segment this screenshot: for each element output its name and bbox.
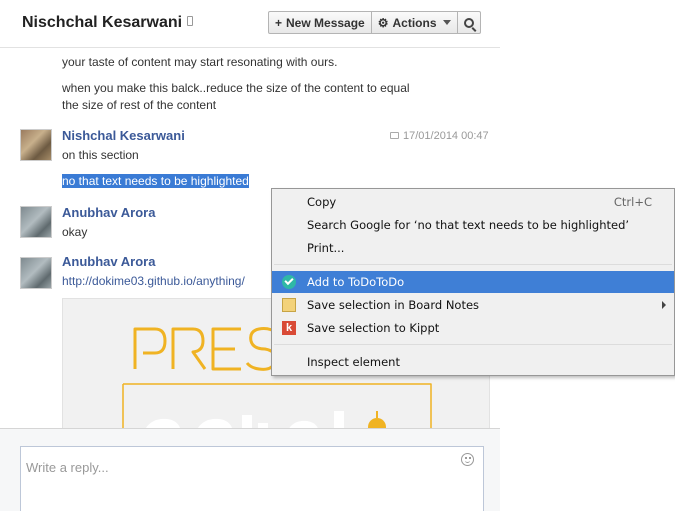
message-text: your taste of content may start resonati… xyxy=(62,55,338,69)
message-text: okay xyxy=(62,225,88,239)
message-link[interactable]: http://dokime03.github.io/anything/ xyxy=(62,273,245,289)
context-menu-kippt[interactable]: k Save selection to Kippt xyxy=(272,317,674,339)
context-menu-board-notes[interactable]: Save selection in Board Notes xyxy=(272,294,674,316)
search-icon xyxy=(463,17,474,28)
new-message-button[interactable]: + New Message xyxy=(268,11,372,34)
context-menu-add-to-todotodo[interactable]: Add to ToDoToDo xyxy=(272,271,674,293)
avatar[interactable] xyxy=(20,129,52,161)
message-text: on this section xyxy=(62,148,139,162)
menu-separator xyxy=(274,264,672,265)
conversation-title: Nischchal Kesarwani xyxy=(22,14,194,32)
menu-item-label: Save selection to Kippt xyxy=(307,321,440,335)
kippt-glyph: k xyxy=(282,321,296,335)
menu-item-label: Copy xyxy=(307,195,337,209)
selected-message-text: no that text needs to be highlighted xyxy=(62,173,249,189)
message-author[interactable]: Anubhav Arora xyxy=(62,254,155,269)
new-message-label: New Message xyxy=(286,15,365,30)
menu-item-shortcut: Ctrl+C xyxy=(613,195,652,209)
context-menu: Copy Ctrl+C Search Google for ‘no that t… xyxy=(271,188,675,376)
reply-composer xyxy=(0,428,500,511)
gear-icon: ⚙ xyxy=(377,15,389,30)
message-author[interactable]: Nishchal Kesarwani xyxy=(62,128,185,143)
todotodo-icon xyxy=(281,274,297,290)
menu-item-label: Save selection in Board Notes xyxy=(307,298,480,312)
avatar[interactable] xyxy=(20,257,52,289)
emoticon-icon[interactable] xyxy=(461,453,474,466)
chevron-right-icon xyxy=(662,301,666,309)
message-text: the size of rest of the content xyxy=(62,98,217,112)
reply-box xyxy=(20,446,484,511)
menu-item-label: Search Google for ‘no that text needs to… xyxy=(307,218,630,232)
search-button[interactable] xyxy=(457,11,481,34)
mobile-phone-icon xyxy=(187,16,194,26)
plus-icon: + xyxy=(275,15,283,30)
menu-item-label: Inspect element xyxy=(307,355,400,369)
text-selection: no that text needs to be highlighted xyxy=(62,174,249,188)
board-notes-icon xyxy=(281,297,297,313)
context-menu-search-google[interactable]: Search Google for ‘no that text needs to… xyxy=(272,214,674,236)
context-menu-inspect-element[interactable]: Inspect element xyxy=(272,351,674,373)
message-author[interactable]: Anubhav Arora xyxy=(62,205,155,220)
menu-separator xyxy=(274,344,672,345)
context-menu-print[interactable]: Print... xyxy=(272,237,674,259)
header-toolbar: + New Message ⚙ Actions xyxy=(268,11,481,34)
conversation-header: Nischchal Kesarwani + New Message ⚙ Acti… xyxy=(0,0,500,48)
message-timestamp: 17/01/2014 00:47 xyxy=(390,130,489,142)
actions-button[interactable]: ⚙ Actions xyxy=(371,11,458,34)
menu-item-label: Add to ToDoToDo xyxy=(307,275,405,289)
context-menu-copy[interactable]: Copy Ctrl+C xyxy=(272,191,674,213)
menu-item-label: Print... xyxy=(307,241,345,255)
message-bubble-icon xyxy=(390,132,399,139)
avatar[interactable] xyxy=(20,206,52,238)
kippt-icon: k xyxy=(281,320,297,336)
timestamp-text: 17/01/2014 00:47 xyxy=(403,130,489,142)
message-text: when you make this balck..reduce the siz… xyxy=(62,81,410,95)
actions-label: Actions xyxy=(392,15,437,30)
reply-input[interactable] xyxy=(21,447,483,487)
conversation-title-text: Nischchal Kesarwani xyxy=(22,14,183,31)
chevron-down-icon xyxy=(442,20,451,25)
